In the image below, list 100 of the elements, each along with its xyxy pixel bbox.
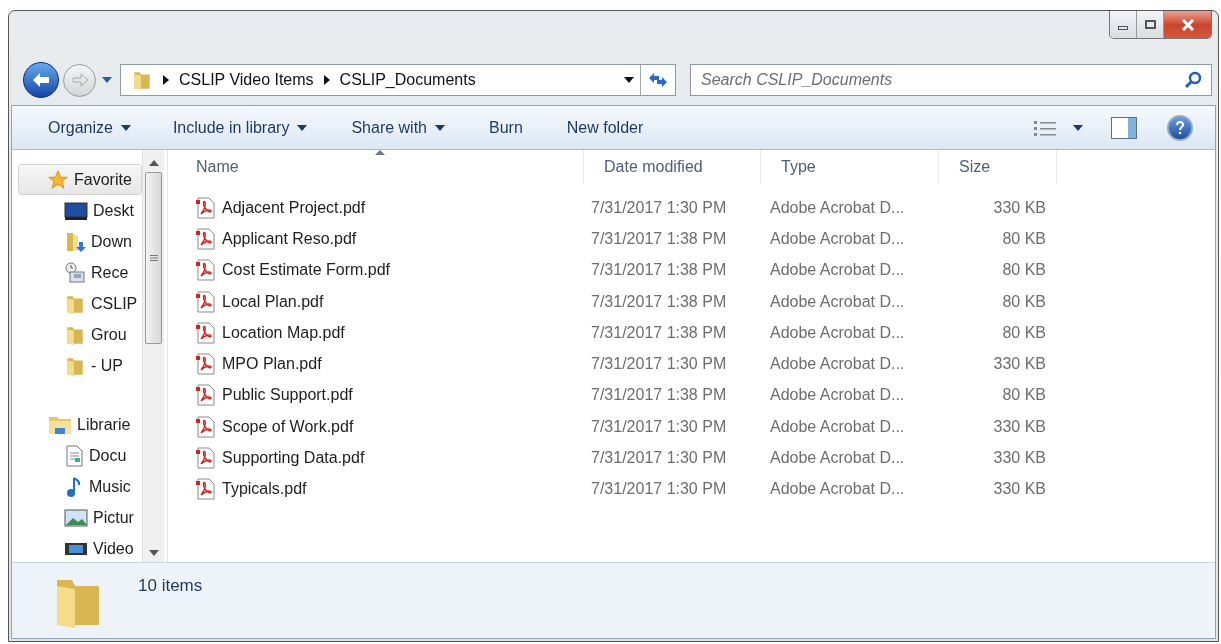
date-cell-text: 7/31/2017 1:38 PM (590, 385, 728, 406)
size-cell-text: 80 KB (1001, 385, 1046, 406)
column-header[interactable]: Date modified (584, 150, 761, 184)
landscape-picture-icon (64, 507, 88, 528)
navigation-item[interactable]: Deskt (20, 195, 142, 226)
date-cell-text: 7/31/2017 1:38 PM (590, 228, 728, 249)
navigation-item[interactable]: Librarie (20, 409, 142, 440)
date-cell-text: 7/31/2017 1:30 PM (590, 479, 728, 500)
date-cell-text: 7/31/2017 1:38 PM (590, 291, 728, 312)
file-name[interactable]: Adjacent Project.pdf (222, 195, 366, 220)
help-button[interactable] (1167, 114, 1193, 141)
type-cell-text: Adobe Acrobat D... (769, 354, 906, 375)
view-options-button[interactable] (1033, 118, 1083, 137)
type-cell-text: Adobe Acrobat D... (769, 479, 906, 500)
type-cell-text: Adobe Acrobat D... (769, 291, 906, 312)
pdf-file-icon (196, 227, 216, 250)
recent-places-icon (64, 261, 86, 284)
caret-icon (1073, 124, 1083, 131)
size-cell-text: 80 KB (1001, 291, 1046, 312)
breadcrumb[interactable]: CSLIP Video Items (179, 68, 314, 92)
size-cell-text: 330 KB (992, 416, 1046, 437)
size-cell-text: 330 KB (992, 354, 1046, 375)
navigation-item[interactable]: CSLIP (20, 288, 142, 319)
maximize-button[interactable] (1137, 11, 1164, 38)
navigation-item[interactable]: - UP (20, 350, 142, 381)
file-name[interactable]: Typicals.pdf (222, 477, 307, 502)
caret-icon (435, 124, 445, 131)
column-header[interactable]: Size (939, 150, 1057, 184)
type-cell-text: Adobe Acrobat D... (769, 228, 906, 249)
column-header[interactable]: Name (176, 150, 584, 184)
size-cell-text: 80 KB (1001, 322, 1046, 343)
breadcrumb[interactable]: CSLIP_Documents (339, 68, 476, 92)
type-cell-text: Adobe Acrobat D... (769, 385, 906, 406)
type-cell-text: Adobe Acrobat D... (769, 260, 906, 281)
size-cell-text: 330 KB (992, 448, 1046, 468)
back-arrow-icon (31, 72, 51, 88)
monitor-icon (64, 200, 88, 221)
navigation-item[interactable]: Down (20, 226, 142, 257)
size-cell-text: 80 KB (1001, 228, 1046, 249)
size-cell-text: 330 KB (992, 197, 1046, 218)
film-icon (64, 541, 88, 556)
date-cell-text: 7/31/2017 1:30 PM (590, 354, 728, 375)
navigation-item[interactable]: Video (20, 533, 142, 562)
close-button[interactable] (1164, 11, 1211, 38)
forward-arrow-icon (70, 73, 89, 87)
download-folder-icon (64, 230, 86, 253)
minimize-button[interactable] (1110, 11, 1137, 38)
toolbar-button[interactable]: New folder (566, 106, 644, 149)
navigation-item[interactable]: Pictur (20, 502, 142, 533)
navigation-item[interactable]: Music (20, 471, 142, 502)
pdf-file-icon (196, 259, 216, 282)
file-name[interactable]: Local Plan.pdf (222, 289, 324, 314)
file-name[interactable]: Cost Estimate Form.pdf (222, 258, 391, 283)
date-cell-text: 7/31/2017 1:30 PM (590, 197, 728, 218)
scroll-down-icon (148, 550, 159, 556)
folder-icon (131, 69, 153, 91)
caret-icon (623, 77, 634, 83)
column-header[interactable]: Type (761, 150, 939, 184)
toolbar-button[interactable]: Include in library (172, 106, 308, 149)
date-cell-text: 7/31/2017 1:38 PM (590, 260, 728, 281)
refresh-icon (648, 71, 668, 89)
date-cell-text: 7/31/2017 1:30 PM (590, 448, 728, 468)
pdf-file-icon (196, 478, 216, 501)
item-count: 10 items (138, 575, 203, 597)
type-cell-text: Adobe Acrobat D... (769, 322, 906, 343)
date-cell-text: 7/31/2017 1:38 PM (590, 322, 728, 343)
pdf-file-icon (196, 384, 216, 407)
size-cell-text: 330 KB (992, 479, 1046, 500)
document-icon (64, 444, 84, 467)
file-name[interactable]: Supporting Data.pdf (222, 446, 365, 470)
file-name[interactable]: Location Map.pdf (222, 320, 345, 345)
caret-icon (102, 77, 112, 83)
pdf-file-icon (196, 321, 216, 344)
search-icon (1184, 71, 1202, 89)
type-cell-text: Adobe Acrobat D... (769, 448, 906, 468)
address-bar[interactable]: CSLIP Video Items CSLIP_Documents (120, 64, 676, 96)
scrollbar[interactable] (142, 150, 164, 562)
pdf-file-icon (196, 415, 216, 438)
back-button[interactable] (23, 62, 59, 98)
navigation-item[interactable]: Favorite (18, 164, 142, 195)
toolbar-button[interactable]: Burn (489, 106, 523, 149)
file-name[interactable]: Public Support.pdf (222, 383, 353, 408)
navigation-item[interactable]: Grou (20, 319, 142, 350)
pdf-file-icon (196, 290, 216, 313)
chevron-right-icon (163, 75, 169, 85)
search-field[interactable]: Search CSLIP_Documents (690, 64, 1212, 96)
navigation-item[interactable]: Rece (20, 257, 142, 288)
file-name[interactable]: MPO Plan.pdf (222, 352, 322, 377)
size-cell-text: 80 KB (1001, 260, 1046, 281)
preview-pane-button[interactable] (1111, 116, 1137, 139)
toolbar-button[interactable]: Share with (351, 106, 445, 149)
file-name[interactable]: Scope of Work.pdf (222, 414, 354, 439)
star-icon (47, 168, 69, 191)
grip-icon (149, 255, 158, 261)
toolbar-button[interactable]: Organize (48, 106, 131, 149)
file-name[interactable]: Applicant Reso.pdf (222, 226, 357, 251)
type-cell-text: Adobe Acrobat D... (769, 197, 906, 218)
navigation-item[interactable]: Docu (20, 440, 142, 471)
chevron-right-icon (323, 75, 330, 85)
type-cell-text: Adobe Acrobat D... (769, 416, 906, 437)
